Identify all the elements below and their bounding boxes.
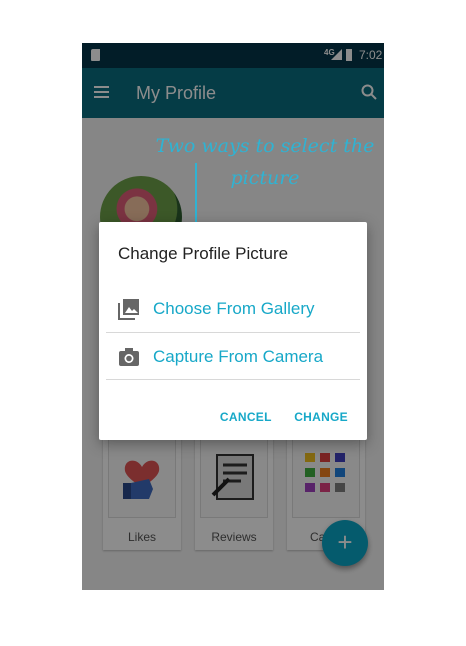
capture-from-camera-option[interactable]: Capture From Camera [106,334,360,380]
camera-option-label: Capture From Camera [153,347,324,366]
dialog-actions: CANCEL CHANGE [202,408,348,426]
gallery-option-label: Choose From Gallery [153,299,315,318]
camera-icon [119,348,139,366]
change-picture-dialog: Change Profile Picture Choose From Galle… [99,222,367,440]
cancel-button[interactable]: CANCEL [220,410,272,424]
change-button[interactable]: CHANGE [294,410,348,424]
annotation-text: Two ways to select the picture [150,130,380,194]
annotation-line-2: picture [230,167,300,189]
gallery-icon [118,299,139,320]
option-divider [106,379,360,380]
annotation-arrow [195,163,197,229]
annotation-line-1: Two ways to select the [155,135,375,157]
option-divider [106,332,360,333]
dialog-title: Change Profile Picture [118,244,289,263]
choose-from-gallery-option[interactable]: Choose From Gallery [106,286,360,332]
